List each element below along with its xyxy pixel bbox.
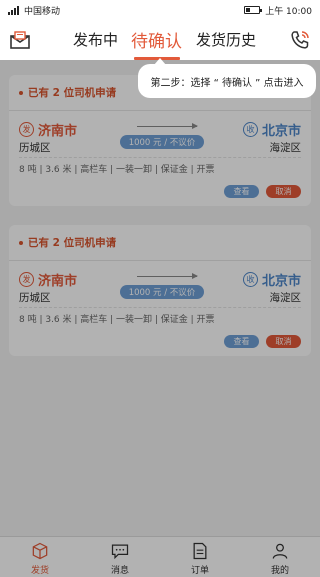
signal-icon <box>8 5 19 15</box>
mail-icon <box>10 31 30 49</box>
tab-publishing: 发布中 <box>73 31 119 49</box>
carrier-label: 中国移动 <box>24 6 61 17</box>
clock: 上午 10:00 <box>265 6 312 17</box>
tab-pending-confirm[interactable]: 待确认 <box>131 27 182 52</box>
highlighted-header: 发布中 待确认 发货历史 <box>0 20 320 60</box>
status-bar-highlight: 中国移动 上午 10:00 <box>0 0 320 20</box>
phone-icon <box>291 31 309 49</box>
battery-icon <box>244 6 263 14</box>
tab-shipping-history: 发货历史 <box>196 31 257 49</box>
onboarding-tooltip: 第二步：选择 “ 待确认 ” 点击进入 <box>138 58 316 98</box>
